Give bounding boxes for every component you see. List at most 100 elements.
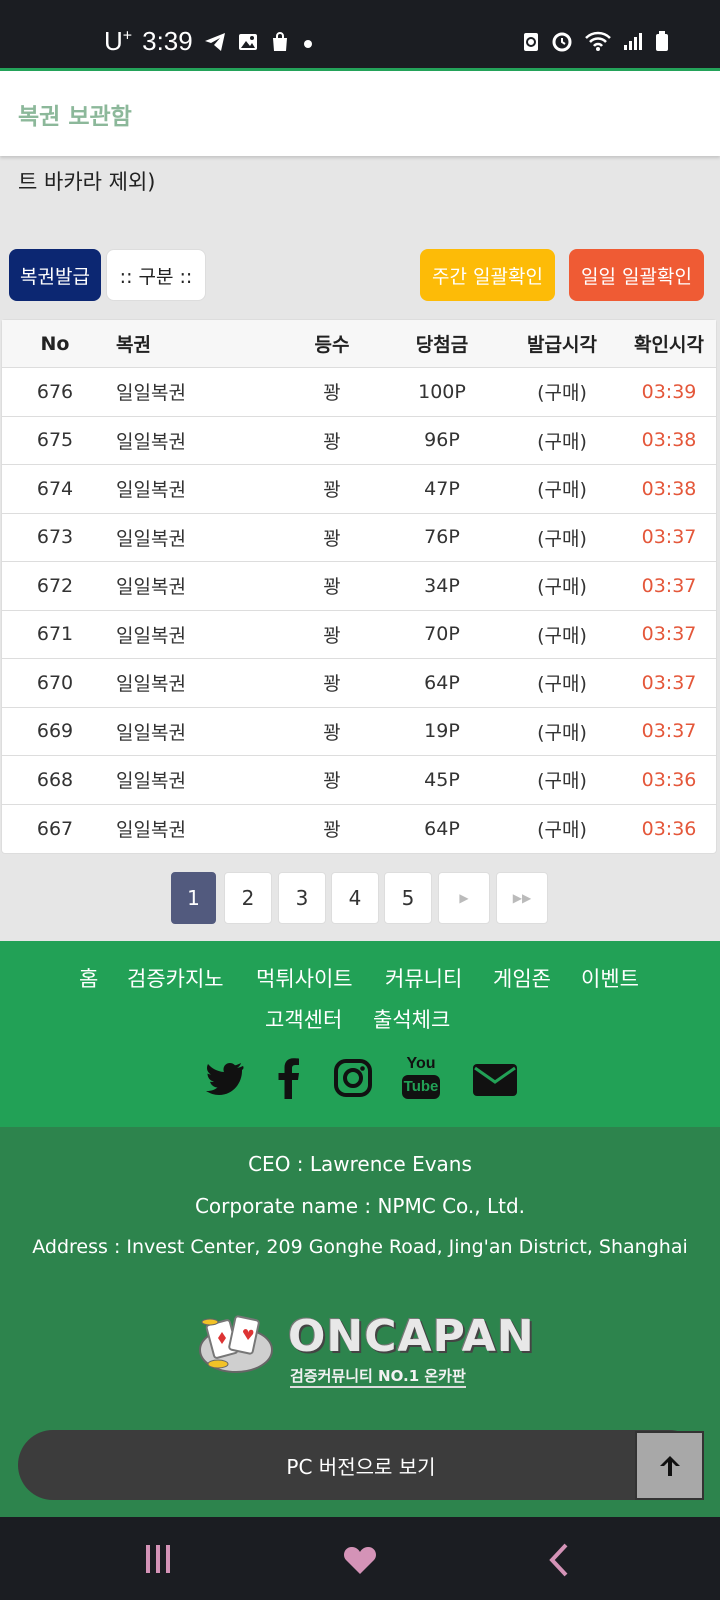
page-header: 복권 보관함: [0, 71, 720, 156]
row-prize: 76P: [424, 526, 460, 549]
last-page-button[interactable]: ▶▶: [496, 872, 548, 924]
row-checked-time: 03:37: [641, 526, 697, 549]
shopping-bag-icon: [272, 31, 287, 51]
table-row[interactable]: 672 일일복권 꽝 34P (구매) 03:37: [2, 562, 716, 611]
youtube-icon[interactable]: You Tube: [402, 1056, 440, 1102]
row-checked-time: 03:38: [641, 429, 697, 452]
table-row[interactable]: 675 일일복권 꽝 96P (구매) 03:38: [2, 417, 716, 465]
lottery-table: No 복권 등수 당첨금 발급시각 확인시각 676 일일복권 꽝 100P (구매) 0…: [1, 319, 717, 854]
recent-apps-icon[interactable]: [144, 1543, 172, 1575]
row-no: 670: [36, 671, 74, 694]
header-prize: 당첨금: [415, 334, 469, 356]
gallery-icon: [238, 33, 257, 50]
row-prize: 96P: [424, 429, 460, 452]
instagram-icon[interactable]: [334, 1059, 372, 1097]
row-issued-time: (구매): [537, 527, 587, 550]
table-row[interactable]: 674 일일복권 꽝 47P (구매) 03:38: [2, 465, 716, 514]
pc-version-bar[interactable]: PC 버전으로 보기: [18, 1430, 704, 1500]
row-issued-time: (구매): [537, 430, 587, 453]
pagination: 1 2 3 4 5 ▶ ▶▶: [0, 872, 720, 924]
row-no: 671: [36, 623, 74, 646]
row-lottery-name: 일일복권: [116, 673, 186, 696]
twitter-icon[interactable]: [206, 1062, 244, 1096]
carrier-label: U+: [104, 26, 133, 56]
page-2-button[interactable]: 2: [224, 872, 272, 924]
footer-link-support[interactable]: 고객센터: [265, 1004, 342, 1034]
dot-icon: [303, 39, 312, 48]
header-issued-time: 발급시각: [527, 334, 597, 356]
row-no: 674: [36, 477, 74, 500]
header-checked-time: 확인시각: [634, 334, 704, 356]
row-rank: 꽝: [323, 673, 341, 696]
system-nav-bar: [0, 1517, 720, 1600]
table-row[interactable]: 670 일일복권 꽝 64P (구매) 03:37: [2, 659, 716, 708]
row-prize: 70P: [424, 623, 460, 646]
footer-link-scam-sites[interactable]: 먹튀사이트: [256, 963, 353, 993]
arrow-up-icon: [659, 1455, 680, 1476]
row-issued-time: (구매): [537, 382, 587, 405]
row-no: 672: [36, 574, 74, 597]
footer-link-game-zone[interactable]: 게임존: [493, 963, 551, 993]
clock: 3:39: [142, 26, 193, 56]
row-prize: 100P: [418, 380, 466, 403]
table-row[interactable]: 673 일일복권 꽝 76P (구매) 03:37: [2, 514, 716, 562]
row-no: 673: [36, 526, 74, 549]
facebook-icon[interactable]: [278, 1057, 300, 1099]
table-row[interactable]: 667 일일복권 꽝 64P (구매) 03:36: [2, 805, 716, 854]
pc-version-link[interactable]: PC 버전으로 보기: [18, 1430, 704, 1500]
footer-link-community[interactable]: 커뮤니티: [385, 963, 462, 993]
corporate-name-text: Corporate name : NPMC Co., Ltd.: [194, 1194, 526, 1218]
row-rank: 꽝: [323, 819, 341, 842]
footer-link-events[interactable]: 이벤트: [581, 963, 639, 993]
row-checked-time: 03:37: [641, 574, 697, 597]
footer-link-home[interactable]: 홈: [79, 963, 98, 993]
battery-saver-icon: [524, 33, 538, 51]
issue-lottery-button[interactable]: 복권발급: [9, 249, 101, 301]
row-issued-time: (구매): [537, 673, 587, 696]
row-checked-time: 03:37: [641, 671, 697, 694]
address-text: Address : Invest Center, 209 Gonghe Road…: [32, 1236, 688, 1258]
row-lottery-name: 일일복권: [116, 624, 186, 647]
scroll-to-top-button[interactable]: [635, 1431, 704, 1500]
page-title: 복권 보관함: [18, 104, 132, 130]
row-prize: 45P: [424, 768, 460, 791]
wifi-icon: [585, 31, 611, 51]
page-4-button[interactable]: 4: [331, 872, 379, 924]
next-page-button[interactable]: ▶: [438, 872, 490, 924]
row-issued-time: (구매): [537, 721, 587, 744]
email-icon[interactable]: [473, 1064, 517, 1096]
footer-link-attendance[interactable]: 출석체크: [373, 1004, 450, 1034]
category-select[interactable]: :: 구분 ::: [106, 249, 206, 301]
row-rank: 꽝: [323, 770, 341, 793]
table-row[interactable]: 669 일일복권 꽝 19P (구매) 03:37: [2, 708, 716, 756]
row-lottery-name: 일일복권: [116, 576, 186, 599]
daily-check-all-button[interactable]: 일일 일괄확인: [569, 249, 704, 301]
row-no: 668: [36, 768, 74, 791]
row-lottery-name: 일일복권: [116, 430, 186, 453]
row-rank: 꽝: [323, 430, 341, 453]
row-no: 667: [36, 817, 74, 840]
logo-wordmark: ONCAPAN: [288, 1311, 535, 1362]
oncapan-logo[interactable]: ONCAPAN 검증커뮤니티 NO.1 온카판: [196, 1307, 534, 1388]
footer-link-verified-casino[interactable]: 검증카지노: [127, 963, 224, 993]
header-rank: 등수: [314, 334, 350, 356]
youtube-icon-top-text: You: [406, 1055, 436, 1072]
page-3-button[interactable]: 3: [278, 872, 326, 924]
header-lottery: 복권: [116, 334, 151, 356]
row-no: 669: [36, 720, 74, 743]
back-icon[interactable]: [548, 1543, 570, 1577]
table-row[interactable]: 668 일일복권 꽝 45P (구매) 03:36: [2, 756, 716, 805]
table-row[interactable]: 671 일일복권 꽝 70P (구매) 03:37: [2, 611, 716, 659]
row-lottery-name: 일일복권: [116, 382, 186, 405]
table-row[interactable]: 676 일일복권 꽝 100P (구매) 03:39: [2, 368, 716, 417]
page-5-button[interactable]: 5: [384, 872, 432, 924]
heart-home-icon[interactable]: [343, 1545, 377, 1575]
row-checked-time: 03:37: [641, 720, 697, 743]
row-issued-time: (구매): [537, 624, 587, 647]
header-no: No: [40, 332, 70, 355]
row-checked-time: 03:36: [641, 817, 697, 840]
weekly-check-all-button[interactable]: 주간 일괄확인: [420, 249, 555, 301]
row-issued-time: (구매): [537, 770, 587, 793]
row-rank: 꽝: [323, 527, 341, 550]
page-1-button[interactable]: 1: [171, 872, 216, 924]
